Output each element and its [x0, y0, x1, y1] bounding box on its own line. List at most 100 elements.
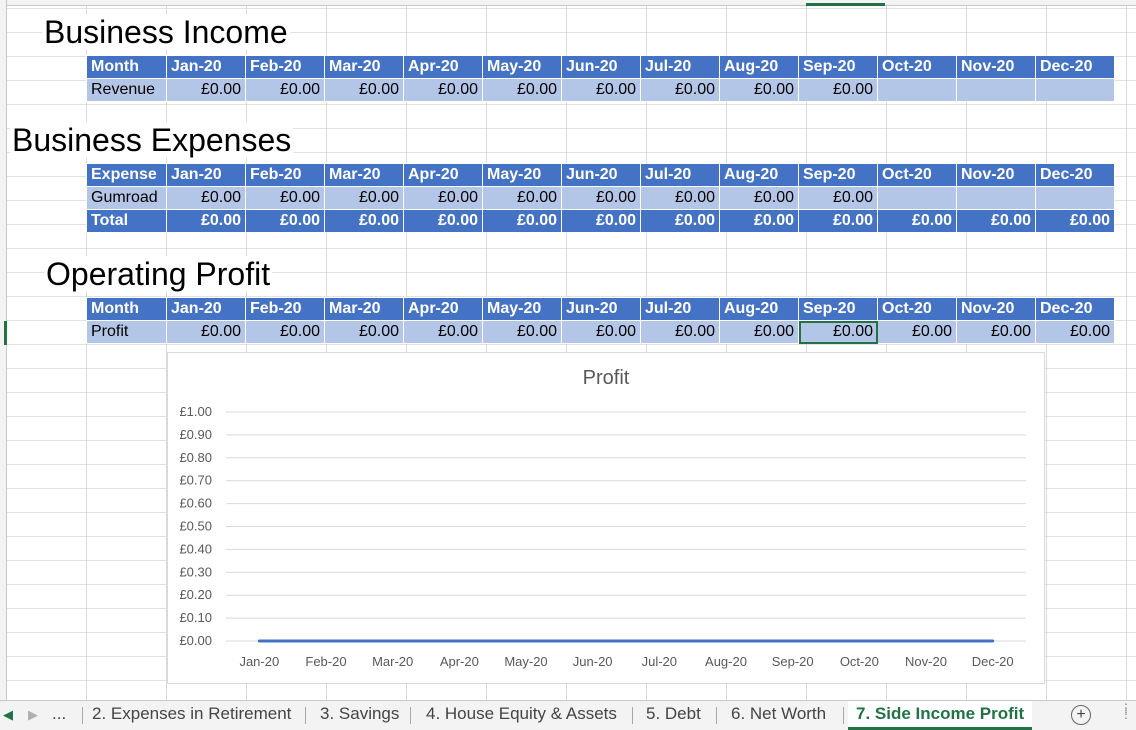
expense-total-cell[interactable]: £0.00	[956, 209, 1036, 233]
revenue-cell[interactable]	[956, 78, 1036, 102]
revenue-row-label[interactable]: Revenue	[86, 78, 167, 102]
profit-chart[interactable]: Profit £0.00 £0.10 £0.20 £0.30 £0.40 £0.50 £0.…	[167, 352, 1045, 684]
gumroad-cell[interactable]: £0.00	[403, 186, 483, 210]
expense-total-cell[interactable]: £0.00	[877, 209, 957, 233]
profit-row-label[interactable]: Profit	[86, 320, 167, 344]
gumroad-cell[interactable]: £0.00	[166, 186, 246, 210]
gumroad-cell[interactable]: £0.00	[640, 186, 720, 210]
expense-total-cell[interactable]: £0.00	[561, 209, 641, 233]
profit-month-header[interactable]: Jul-20	[640, 297, 720, 321]
expense-total-cell[interactable]: £0.00	[640, 209, 720, 233]
profit-month-header[interactable]: Feb-20	[245, 297, 325, 321]
revenue-cell[interactable]: £0.00	[245, 78, 325, 102]
profit-cell[interactable]: £0.00	[1035, 320, 1115, 344]
tab-side-income-profit[interactable]: 7. Side Income Profit	[848, 701, 1033, 730]
tab-net-worth[interactable]: 6. Net Worth	[723, 701, 834, 729]
income-header-label[interactable]: Month	[86, 55, 167, 79]
more-options-icon[interactable]: ⋮ ⋮	[1120, 702, 1132, 720]
gumroad-cell[interactable]	[956, 186, 1036, 210]
income-month-header[interactable]: Jan-20	[166, 55, 246, 79]
expenses-month-header[interactable]: Feb-20	[245, 163, 325, 187]
revenue-cell[interactable]: £0.00	[166, 78, 246, 102]
profit-month-header[interactable]: Oct-20	[877, 297, 957, 321]
profit-cell[interactable]: £0.00	[956, 320, 1036, 344]
expenses-month-header[interactable]: Jun-20	[561, 163, 641, 187]
row-headers[interactable]	[0, 0, 7, 700]
profit-month-header[interactable]: Mar-20	[324, 297, 404, 321]
expenses-month-header[interactable]: Apr-20	[403, 163, 483, 187]
expense-total-cell[interactable]: £0.00	[1035, 209, 1115, 233]
revenue-cell[interactable]: £0.00	[324, 78, 404, 102]
income-month-header[interactable]: Apr-20	[403, 55, 483, 79]
gumroad-cell[interactable]: £0.00	[324, 186, 404, 210]
profit-month-header[interactable]: Jun-20	[561, 297, 641, 321]
column-headers[interactable]	[0, 0, 1136, 6]
expense-total-cell[interactable]: £0.00	[482, 209, 562, 233]
gumroad-cell[interactable]: £0.00	[719, 186, 799, 210]
profit-cell[interactable]: £0.00	[482, 320, 562, 344]
tab-debt[interactable]: 5. Debt	[638, 701, 709, 729]
profit-cell[interactable]: £0.00	[798, 320, 878, 344]
revenue-cell[interactable]: £0.00	[482, 78, 562, 102]
revenue-cell[interactable]: £0.00	[719, 78, 799, 102]
expenses-month-header[interactable]: Jan-20	[166, 163, 246, 187]
expenses-month-header[interactable]: Aug-20	[719, 163, 799, 187]
profit-cell[interactable]: £0.00	[877, 320, 957, 344]
expenses-month-header[interactable]: Sep-20	[798, 163, 878, 187]
income-month-header[interactable]: Aug-20	[719, 55, 799, 79]
profit-cell[interactable]: £0.00	[245, 320, 325, 344]
expenses-month-header[interactable]: Jul-20	[640, 163, 720, 187]
profit-cell[interactable]: £0.00	[166, 320, 246, 344]
income-month-header[interactable]: Jun-20	[561, 55, 641, 79]
income-month-header[interactable]: Oct-20	[877, 55, 957, 79]
tab-overflow[interactable]: ...	[44, 701, 74, 729]
profit-header-label[interactable]: Month	[86, 297, 167, 321]
expenses-month-header[interactable]: Nov-20	[956, 163, 1036, 187]
profit-month-header[interactable]: Apr-20	[403, 297, 483, 321]
profit-month-header[interactable]: Dec-20	[1035, 297, 1115, 321]
revenue-cell[interactable]: £0.00	[640, 78, 720, 102]
tab-expenses-in-retirement[interactable]: 2. Expenses in Retirement	[84, 701, 299, 729]
gumroad-cell[interactable]: £0.00	[561, 186, 641, 210]
scroll-tabs-right-icon[interactable]: ▶	[28, 707, 38, 723]
plus-circle-icon[interactable]: +	[1071, 705, 1091, 725]
profit-cell[interactable]: £0.00	[324, 320, 404, 344]
profit-month-header[interactable]: Nov-20	[956, 297, 1036, 321]
gumroad-cell[interactable]	[1035, 186, 1115, 210]
profit-cell[interactable]: £0.00	[403, 320, 483, 344]
income-month-header[interactable]: Nov-20	[956, 55, 1036, 79]
expenses-header-label[interactable]: Expense	[86, 163, 167, 187]
expenses-month-header[interactable]: Mar-20	[324, 163, 404, 187]
revenue-cell[interactable]	[1035, 78, 1115, 102]
expense-total-cell[interactable]: £0.00	[245, 209, 325, 233]
income-month-header[interactable]: Feb-20	[245, 55, 325, 79]
expense-total-cell[interactable]: £0.00	[719, 209, 799, 233]
expense-total-cell[interactable]: £0.00	[798, 209, 878, 233]
tab-savings[interactable]: 3. Savings	[312, 701, 407, 729]
gumroad-cell[interactable]	[877, 186, 957, 210]
income-month-header[interactable]: May-20	[482, 55, 562, 79]
profit-month-header[interactable]: Jan-20	[166, 297, 246, 321]
profit-month-header[interactable]: Aug-20	[719, 297, 799, 321]
profit-month-header[interactable]: May-20	[482, 297, 562, 321]
income-month-header[interactable]: Sep-20	[798, 55, 878, 79]
profit-cell[interactable]: £0.00	[561, 320, 641, 344]
revenue-cell[interactable]: £0.00	[561, 78, 641, 102]
revenue-cell[interactable]	[877, 78, 957, 102]
expense-total-cell[interactable]: £0.00	[324, 209, 404, 233]
expense-total-cell[interactable]: £0.00	[403, 209, 483, 233]
gumroad-cell[interactable]: £0.00	[482, 186, 562, 210]
income-month-header[interactable]: Jul-20	[640, 55, 720, 79]
scroll-tabs-left-icon[interactable]: ◀	[3, 707, 13, 723]
gumroad-cell[interactable]: £0.00	[245, 186, 325, 210]
expense-total-cell[interactable]: £0.00	[166, 209, 246, 233]
expense-total-row-label[interactable]: Total	[86, 209, 167, 233]
gumroad-row-label[interactable]: Gumroad	[86, 186, 167, 210]
gumroad-cell[interactable]: £0.00	[798, 186, 878, 210]
profit-cell[interactable]: £0.00	[640, 320, 720, 344]
tab-house-equity-assets[interactable]: 4. House Equity & Assets	[418, 701, 625, 729]
profit-cell[interactable]: £0.00	[719, 320, 799, 344]
profit-month-header[interactable]: Sep-20	[798, 297, 878, 321]
expenses-month-header[interactable]: May-20	[482, 163, 562, 187]
expenses-month-header[interactable]: Dec-20	[1035, 163, 1115, 187]
